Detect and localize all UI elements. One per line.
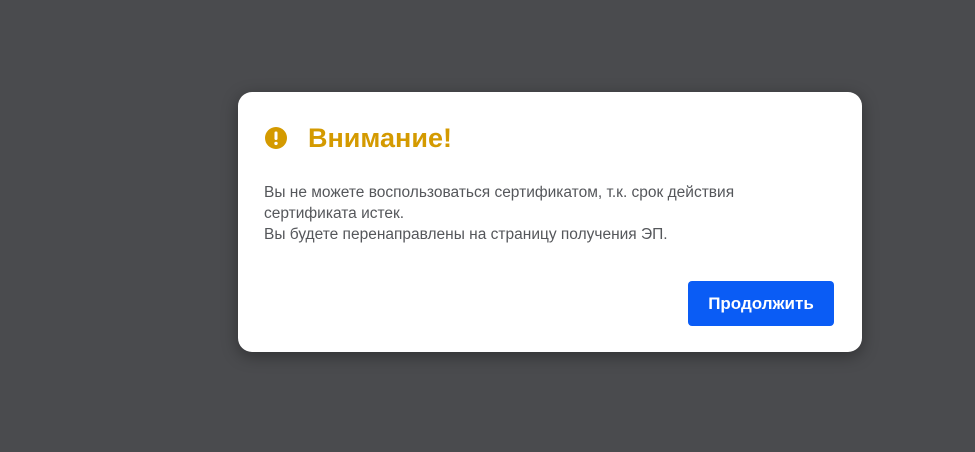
warning-dialog: Внимание! Вы не можете воспользоваться с… (238, 92, 862, 352)
continue-button[interactable]: Продолжить (688, 281, 834, 326)
dialog-header: Внимание! (264, 120, 452, 156)
message-expired: Вы не можете воспользоваться сертификато… (264, 184, 735, 222)
dialog-message: Вы не можете воспользоваться сертификато… (264, 182, 824, 245)
exclamation-circle-icon (264, 126, 288, 150)
dialog-title: Внимание! (308, 123, 452, 153)
message-redirect: Вы будете перенаправлены на страницу пол… (264, 226, 668, 243)
